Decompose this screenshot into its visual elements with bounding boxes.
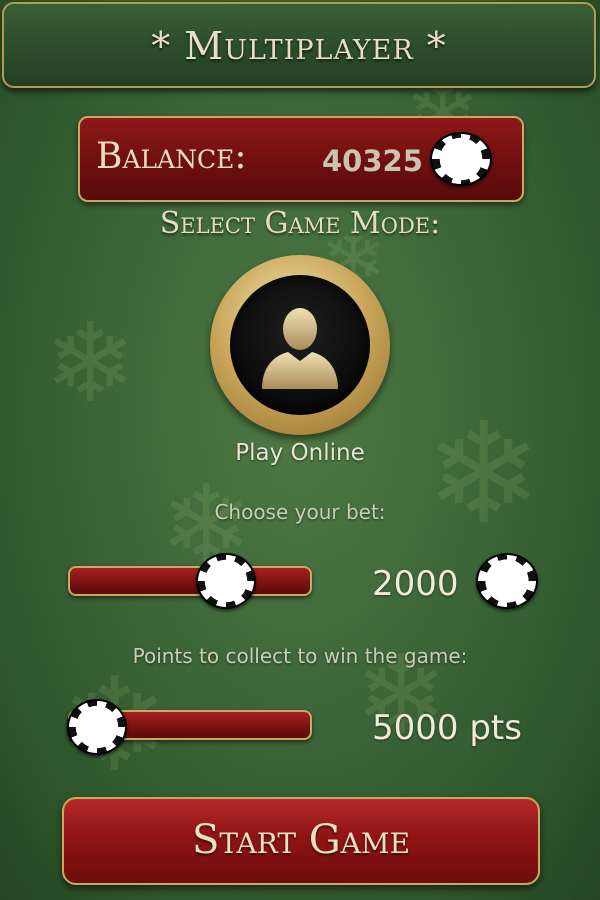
start-game-label: Start Game <box>191 817 411 863</box>
snowflake-decoration: ❄ <box>44 299 137 427</box>
points-value: 5000 pts <box>372 708 522 748</box>
bet-slider[interactable] <box>68 566 312 596</box>
title-bar: * Multiplayer * <box>2 2 596 88</box>
page-title: * Multiplayer * <box>151 24 447 68</box>
select-game-mode-label: Select Game Mode: <box>159 206 441 241</box>
play-online-label: Play Online <box>235 440 365 466</box>
poker-chip-icon <box>430 132 492 186</box>
bet-label: Choose your bet: <box>214 500 386 524</box>
balance-value: 40325 <box>322 144 423 178</box>
multiplayer-screen: ❄ ❄ ❄ ❄ ❄ ❄ ❄ * Multiplayer * Balance: 4… <box>0 0 600 900</box>
balance-panel: Balance: 40325 <box>78 116 524 202</box>
bet-slider-thumb[interactable] <box>196 553 256 609</box>
play-online-button-face <box>230 275 370 415</box>
balance-label: Balance: <box>96 136 247 177</box>
user-silhouette-icon <box>262 308 338 389</box>
snowflake-decoration: ❄ <box>425 393 543 556</box>
points-slider-thumb[interactable] <box>67 699 127 755</box>
bet-value: 2000 <box>372 564 459 604</box>
start-game-button[interactable]: Start Game <box>62 797 540 885</box>
poker-chip-icon <box>476 553 538 609</box>
points-to-win-label: Points to collect to win the game: <box>132 644 468 668</box>
play-online-button[interactable] <box>210 255 390 435</box>
